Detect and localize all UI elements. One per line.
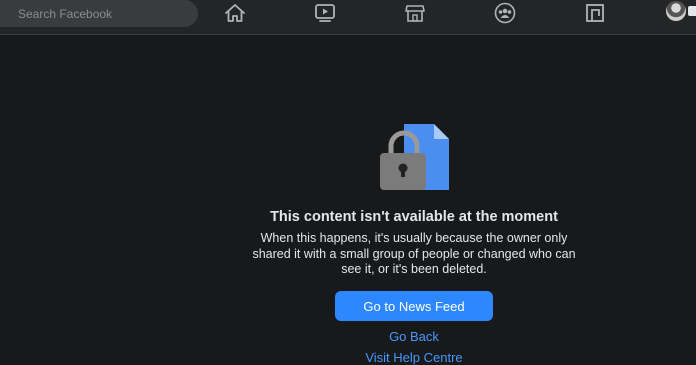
locked-content-illustration xyxy=(378,88,450,199)
page-title: This content isn't available at the mome… xyxy=(270,209,558,225)
go-back-link[interactable]: Go Back xyxy=(300,329,528,344)
page-description: When this happens, it's usually because … xyxy=(252,231,576,276)
profile-avatar[interactable] xyxy=(666,1,686,21)
watch-icon[interactable] xyxy=(313,2,337,24)
home-icon[interactable] xyxy=(223,2,247,24)
marketplace-icon[interactable] xyxy=(403,2,427,24)
top-navigation-bar xyxy=(0,0,696,35)
gaming-icon[interactable] xyxy=(583,2,607,24)
profile-name-fragment xyxy=(688,6,696,16)
search-input[interactable] xyxy=(16,5,190,22)
groups-icon[interactable] xyxy=(493,2,517,24)
search-box[interactable] xyxy=(0,0,198,27)
go-to-news-feed-button[interactable]: Go to News Feed xyxy=(335,291,493,321)
